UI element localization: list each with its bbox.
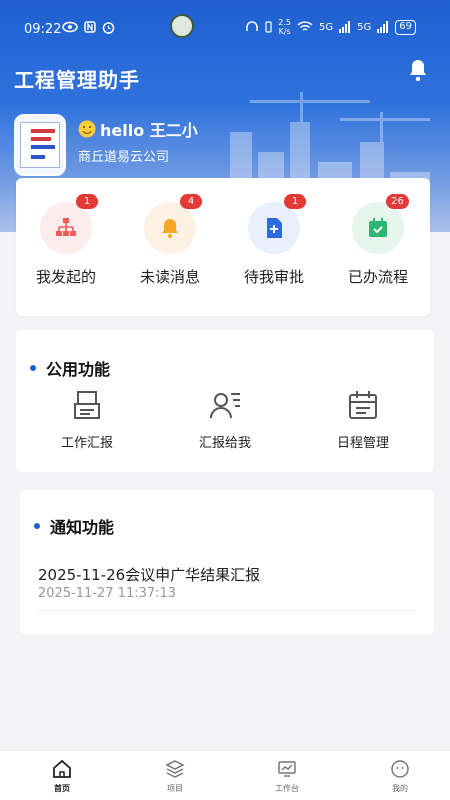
badge-count: 26 bbox=[386, 194, 409, 209]
home-icon bbox=[53, 759, 71, 778]
signal-icon-2 bbox=[377, 21, 389, 33]
printer-report-icon bbox=[74, 391, 100, 419]
section-title: 通知功能 bbox=[34, 514, 114, 538]
earbuds-icon bbox=[246, 21, 259, 31]
quick-action-completed[interactable]: 26 已办流程 bbox=[328, 194, 428, 287]
status-time: 09:22 bbox=[24, 22, 62, 37]
status-bar: 09:22 2.5 K/s 5G 5G 69 bbox=[0, 0, 450, 52]
user-list-icon bbox=[210, 393, 240, 419]
function-label: 汇报给我 bbox=[198, 436, 251, 451]
smile-emoji-icon bbox=[78, 120, 96, 138]
avatar[interactable] bbox=[14, 114, 66, 176]
battery-level: 69 bbox=[395, 19, 416, 35]
status-left-icons bbox=[62, 21, 115, 34]
notification-bell-icon[interactable] bbox=[408, 58, 428, 82]
notification-time: 2025-11-27 11:37:13 bbox=[38, 586, 177, 601]
badge-count: 1 bbox=[284, 194, 306, 209]
function-schedule[interactable]: 日程管理 bbox=[308, 388, 418, 451]
section-dot bbox=[34, 523, 40, 529]
notifications-card: 通知功能 2025-11-26会议申广华结果汇报 2025-11-27 11:3… bbox=[20, 490, 434, 634]
bottom-tab-bar: 首页 项目 工作台 我的 bbox=[0, 750, 450, 800]
user-greeting: hello 王二小 bbox=[78, 117, 198, 141]
app-notification-icon bbox=[170, 14, 194, 38]
bell-icon bbox=[162, 219, 178, 238]
function-work-report[interactable]: 工作汇报 bbox=[32, 388, 142, 451]
quick-action-unread[interactable]: 4 未读消息 bbox=[120, 194, 220, 287]
status-right-icons: 2.5 K/s 5G 5G 69 bbox=[245, 18, 416, 36]
badge-count: 4 bbox=[180, 194, 202, 209]
org-chart-icon bbox=[56, 218, 76, 236]
signal-icon bbox=[339, 21, 351, 33]
quick-actions-card: 1 我发起的 4 未读消息 1 待我审批 26 已办流程 bbox=[16, 178, 430, 316]
section-dot bbox=[30, 365, 36, 371]
divider bbox=[38, 610, 416, 611]
nfc-icon bbox=[84, 21, 96, 33]
monitor-icon bbox=[278, 761, 296, 777]
battery-saver-icon bbox=[265, 21, 272, 33]
eye-icon bbox=[62, 21, 78, 33]
app-title: 工程管理助手 bbox=[14, 68, 140, 92]
tab-project[interactable]: 项目 bbox=[135, 759, 215, 794]
greeting-text: hello 王二小 bbox=[100, 121, 198, 140]
public-functions-card: 公用功能 工作汇报 汇报给我 日程管理 bbox=[16, 330, 434, 472]
quick-action-label: 未读消息 bbox=[139, 268, 200, 286]
badge-count: 1 bbox=[76, 194, 98, 209]
quick-action-pending-approval[interactable]: 1 待我审批 bbox=[224, 194, 324, 287]
quick-action-initiated[interactable]: 1 我发起的 bbox=[16, 194, 116, 287]
tab-workbench[interactable]: 工作台 bbox=[247, 759, 327, 794]
layers-icon bbox=[165, 760, 185, 778]
alarm-icon bbox=[102, 22, 115, 34]
function-label: 日程管理 bbox=[336, 436, 389, 451]
notification-title[interactable]: 2025-11-26会议申广华结果汇报 bbox=[38, 564, 260, 585]
quick-action-label: 我发起的 bbox=[35, 268, 96, 286]
calendar-check-icon bbox=[369, 218, 387, 237]
company-name: 商丘道易云公司 bbox=[78, 150, 170, 165]
add-document-icon bbox=[267, 218, 282, 238]
network-speed: 2.5 K/s bbox=[278, 18, 292, 36]
network-type-1: 5G bbox=[319, 21, 334, 33]
calendar-icon bbox=[349, 391, 377, 419]
function-label: 工作汇报 bbox=[60, 436, 113, 451]
smile-face-icon bbox=[391, 760, 409, 778]
network-type-2: 5G bbox=[357, 21, 372, 33]
tab-home[interactable]: 首页 bbox=[22, 759, 102, 794]
tab-mine[interactable]: 我的 bbox=[360, 759, 440, 794]
quick-action-label: 已办流程 bbox=[347, 268, 408, 286]
function-report-to-me[interactable]: 汇报给我 bbox=[170, 388, 280, 451]
quick-action-label: 待我审批 bbox=[243, 268, 304, 286]
wifi-icon bbox=[297, 21, 313, 31]
section-title: 公用功能 bbox=[30, 356, 110, 380]
